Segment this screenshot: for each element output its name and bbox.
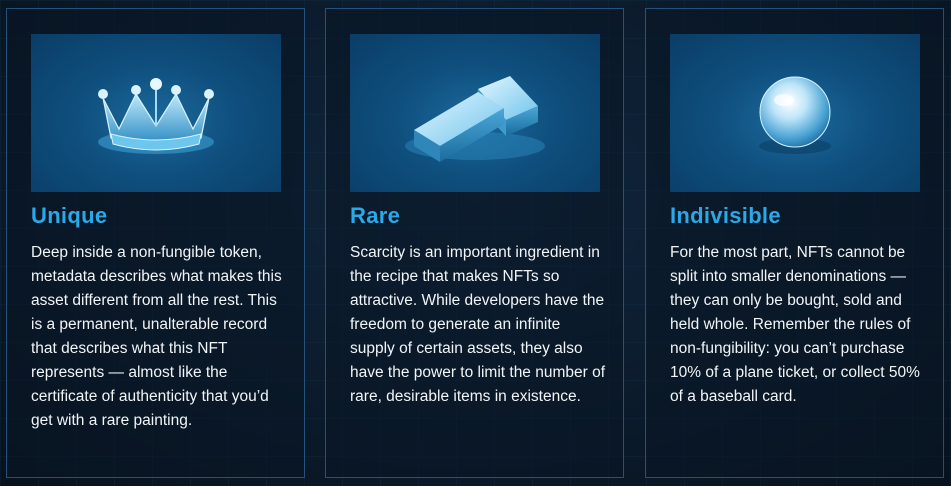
crown-icon: [98, 78, 214, 154]
card-title: Rare: [350, 203, 401, 228]
gold-bars-icon: [405, 76, 545, 162]
feature-card-unique: Unique Deep inside a non-fungible token,…: [6, 8, 305, 478]
sphere-image: [670, 34, 920, 192]
card-title: Indivisible: [670, 203, 781, 228]
feature-card-indivisible: Indivisible For the most part, NFTs cann…: [645, 8, 944, 478]
card-description: Scarcity is an important ingredient in t…: [350, 244, 606, 405]
sphere-icon: [759, 76, 831, 154]
crown-image: [31, 34, 281, 192]
card-title: Unique: [31, 203, 108, 228]
feature-card-rare: Rare Scarcity is an important ingredient…: [325, 8, 624, 478]
card-description: Deep inside a non-fungible token, metada…: [31, 244, 282, 429]
gold-bars-image: [350, 34, 600, 192]
card-description: For the most part, NFTs cannot be split …: [670, 244, 920, 405]
